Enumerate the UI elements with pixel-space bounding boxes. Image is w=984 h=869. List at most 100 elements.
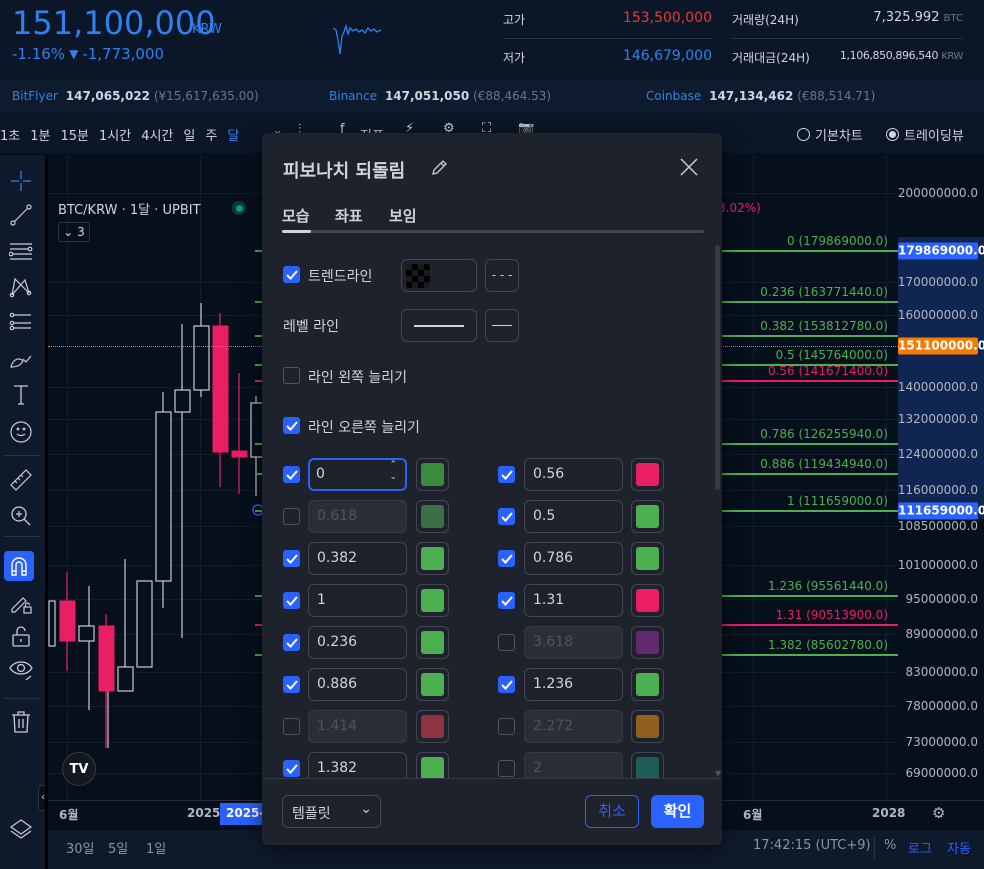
level-color-swatch[interactable] xyxy=(416,584,449,617)
horizontal-lines-icon[interactable] xyxy=(7,237,35,265)
extend-right-checkbox[interactable] xyxy=(283,417,300,434)
level-color-swatch[interactable] xyxy=(631,752,664,778)
interval-tab[interactable]: 15분 xyxy=(60,125,89,144)
level-checkbox[interactable] xyxy=(283,718,300,735)
trendline-icon[interactable] xyxy=(7,201,35,229)
level-color-swatch[interactable] xyxy=(631,500,664,533)
level-color-swatch[interactable] xyxy=(416,458,449,491)
level-value-input[interactable]: 2 xyxy=(524,752,623,778)
auto-toggle[interactable]: 자동 xyxy=(947,838,971,857)
level-checkbox[interactable] xyxy=(283,508,300,525)
level-value-input[interactable]: 0.886 xyxy=(308,668,407,701)
interval-tab[interactable]: 1시간 xyxy=(99,125,131,144)
level-value-input[interactable]: 1.414 xyxy=(308,710,407,743)
interval-tab[interactable]: 1분 xyxy=(30,125,50,144)
close-icon[interactable] xyxy=(680,158,698,180)
zoom-in-icon[interactable] xyxy=(7,502,35,530)
level-color-swatch[interactable] xyxy=(416,626,449,659)
level-value-input[interactable]: 1.236 xyxy=(524,668,623,701)
eye-icon[interactable] xyxy=(7,656,35,684)
level-value-input[interactable]: 1.382 xyxy=(308,752,407,778)
fib-retracement-icon[interactable] xyxy=(7,309,35,337)
axis-settings-icon[interactable]: ⚙ xyxy=(932,804,945,822)
level-color-swatch[interactable] xyxy=(631,668,664,701)
level-checkbox[interactable] xyxy=(498,676,515,693)
clock-timezone[interactable]: 17:42:15 (UTC+9) xyxy=(753,838,871,853)
template-dropdown[interactable]: 템플릿 ⌄ xyxy=(282,795,381,828)
level-checkbox[interactable] xyxy=(283,760,300,777)
interval-tab[interactable]: 1초 xyxy=(0,125,20,144)
level-checkbox[interactable] xyxy=(283,676,300,693)
tab-coordinates[interactable]: 좌표 xyxy=(335,205,363,226)
level-checkbox[interactable] xyxy=(498,634,515,651)
layers-icon[interactable] xyxy=(7,816,35,844)
level-checkbox[interactable] xyxy=(498,466,515,483)
level-value-input[interactable]: 2.272 xyxy=(524,710,623,743)
text-icon[interactable] xyxy=(7,381,35,409)
level-checkbox[interactable] xyxy=(498,592,515,609)
level-checkbox[interactable] xyxy=(283,634,300,651)
level-value-input[interactable]: 0.786 xyxy=(524,542,623,575)
level-checkbox[interactable] xyxy=(498,508,515,525)
level-value-input[interactable]: 1.31 xyxy=(524,584,623,617)
price-axis[interactable]: 200000000.0 170000000.0 160000000.0 1400000… xyxy=(898,155,984,800)
level-checkbox[interactable] xyxy=(498,760,515,777)
level-value-input[interactable]: 0.5 xyxy=(524,500,623,533)
ok-button[interactable]: 확인 xyxy=(651,795,704,828)
unlock-icon[interactable] xyxy=(7,622,35,650)
level-checkbox[interactable] xyxy=(498,550,515,567)
level-value-input[interactable]: 0.382 xyxy=(308,542,407,575)
indicator-collapse-button[interactable]: ⌄ 3 xyxy=(58,222,90,242)
level-value-input[interactable]: 0.56 xyxy=(524,458,623,491)
view-tradingview-radio[interactable]: 트레이딩뷰 xyxy=(886,125,964,144)
magnet-icon[interactable] xyxy=(4,551,34,581)
interval-tab[interactable]: 4시간 xyxy=(141,125,173,144)
ruler-icon[interactable] xyxy=(7,466,35,494)
level-value-input[interactable]: 1 xyxy=(308,584,407,617)
level-value-input[interactable]: 0.236 xyxy=(308,626,407,659)
tradingview-logo[interactable]: TV xyxy=(62,752,96,786)
level-checkbox[interactable] xyxy=(498,718,515,735)
trendline-color-button[interactable] xyxy=(401,259,477,292)
trendline-style-dashed-icon[interactable]: - - - xyxy=(485,259,519,292)
trash-icon[interactable] xyxy=(7,708,35,736)
tab-visibility[interactable]: 보임 xyxy=(389,205,417,226)
tab-appearance[interactable]: 모습 xyxy=(282,205,310,226)
level-color-swatch[interactable] xyxy=(631,584,664,617)
emoji-icon[interactable] xyxy=(7,418,35,446)
interval-tab[interactable]: 주 xyxy=(205,125,217,144)
level-color-swatch[interactable] xyxy=(416,752,449,778)
level-color-swatch[interactable] xyxy=(631,542,664,575)
trendline-checkbox[interactable] xyxy=(283,266,300,283)
lock-drawings-icon[interactable] xyxy=(7,589,35,617)
level-color-swatch[interactable] xyxy=(416,710,449,743)
brush-icon[interactable] xyxy=(7,345,35,373)
range-30d[interactable]: 30일 xyxy=(66,838,95,857)
level-checkbox[interactable] xyxy=(283,550,300,567)
interval-tab[interactable]: 달 xyxy=(227,125,239,144)
level-color-swatch[interactable] xyxy=(631,626,664,659)
level-value-input[interactable]: 3.618 xyxy=(524,626,623,659)
extend-left-checkbox[interactable] xyxy=(283,367,300,384)
level-value-input[interactable]: 0.618 xyxy=(308,500,407,533)
log-toggle[interactable]: 로그 xyxy=(908,838,932,857)
level-line-style-solid-icon[interactable] xyxy=(485,309,519,342)
level-color-swatch[interactable] xyxy=(416,542,449,575)
pattern-icon[interactable] xyxy=(7,273,35,301)
level-checkbox[interactable] xyxy=(283,466,300,483)
level-color-swatch[interactable] xyxy=(416,500,449,533)
stepper-icon[interactable]: ⌃ ⌄ xyxy=(389,459,397,483)
range-1d[interactable]: 1일 xyxy=(146,838,166,857)
crosshair-icon[interactable] xyxy=(7,167,35,195)
cancel-button[interactable]: 취소 xyxy=(585,795,639,828)
level-line-width-button[interactable] xyxy=(401,309,477,342)
level-value-input[interactable]: 0 ⌃ ⌄ xyxy=(308,458,407,491)
view-basic-radio[interactable]: 기본차트 xyxy=(797,125,863,144)
interval-tab[interactable]: 일 xyxy=(183,125,195,144)
level-color-swatch[interactable] xyxy=(416,668,449,701)
level-checkbox[interactable] xyxy=(283,592,300,609)
level-color-swatch[interactable] xyxy=(631,710,664,743)
pencil-icon[interactable] xyxy=(430,159,448,181)
level-color-swatch[interactable] xyxy=(631,458,664,491)
range-5d[interactable]: 5일 xyxy=(108,838,128,857)
